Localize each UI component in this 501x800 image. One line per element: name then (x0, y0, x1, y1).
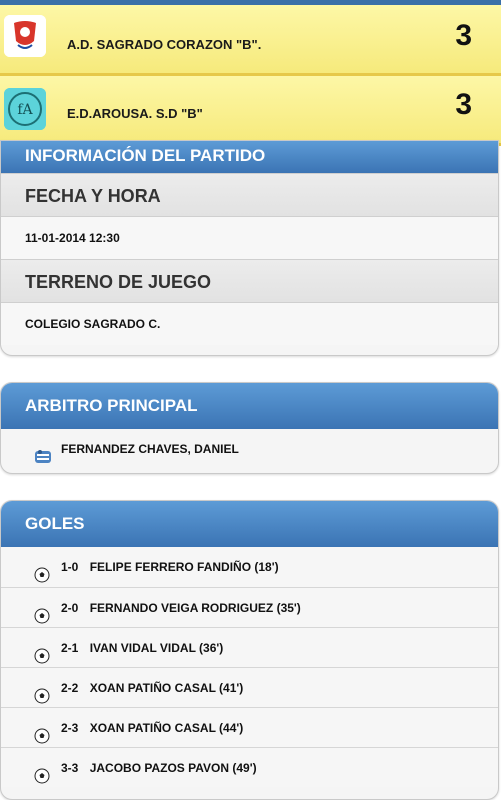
referee-row[interactable]: FERNANDEZ CHAVES, DANIEL (1, 429, 498, 471)
away-team-row[interactable]: fA E.D.AROUSA. S.D "B" 3 (0, 76, 501, 146)
soccer-ball-icon (34, 760, 50, 784)
goal-score: 2-2 (61, 681, 79, 695)
goal-score: 2-0 (61, 601, 79, 615)
goal-player: FELIPE FERRERO FANDIÑO (18') (89, 560, 279, 574)
goal-score: 3-3 (61, 761, 79, 775)
goal-player: FERNANDO VEIGA RODRIGUEZ (35') (89, 601, 301, 615)
soccer-ball-icon (34, 640, 50, 664)
away-team-crest: fA (4, 88, 46, 130)
soccer-ball-icon (34, 600, 50, 624)
goal-list-item[interactable]: 3-3 JACOBO PAZOS PAVON (49') (1, 747, 498, 787)
goal-player: JACOBO PAZOS PAVON (49') (89, 761, 257, 775)
home-team-crest (4, 15, 46, 57)
goal-score: 2-3 (61, 721, 79, 735)
referee-icon (34, 441, 52, 463)
goal-player: IVAN VIDAL VIDAL (36') (89, 641, 224, 655)
goal-player: XOAN PATIÑO CASAL (41') (89, 681, 244, 695)
home-team-name: A.D. SAGRADO CORAZON "B". (67, 37, 262, 52)
match-info-title: INFORMACIÓN DEL PARTIDO (1, 141, 498, 173)
goals-list: 1-0 FELIPE FERRERO FANDIÑO (18') 2-0 FER… (1, 547, 498, 787)
away-team-score: 3 (455, 88, 472, 121)
goals-card: GOLES 1-0 FELIPE FERRERO FANDIÑO (18') 2… (0, 500, 499, 800)
goal-list-item[interactable]: 2-1 IVAN VIDAL VIDAL (36') (1, 627, 498, 667)
match-info-card: INFORMACIÓN DEL PARTIDO FECHA Y HORA 11-… (0, 140, 499, 356)
goal-score: 1-0 (61, 560, 79, 574)
date-time-label: FECHA Y HORA (1, 173, 498, 217)
home-team-row[interactable]: A.D. SAGRADO CORAZON "B". 3 (0, 5, 501, 76)
goal-list-item[interactable]: 1-0 FELIPE FERRERO FANDIÑO (18') (1, 547, 498, 587)
goal-score: 2-1 (61, 641, 79, 655)
field-label: TERRENO DE JUEGO (1, 259, 498, 303)
goal-list-item[interactable]: 2-2 XOAN PATIÑO CASAL (41') (1, 667, 498, 707)
referee-card: ARBITRO PRINCIPAL FERNANDEZ CHAVES, DANI… (0, 382, 499, 474)
away-team-name: E.D.AROUSA. S.D "B" (67, 106, 203, 121)
soccer-ball-icon (34, 680, 50, 704)
goal-list-item[interactable]: 2-0 FERNANDO VEIGA RODRIGUEZ (35') (1, 587, 498, 627)
date-time-value: 11-01-2014 12:30 (1, 217, 498, 259)
goals-title: GOLES (1, 501, 498, 547)
referee-name: FERNANDEZ CHAVES, DANIEL (61, 442, 239, 456)
referee-title: ARBITRO PRINCIPAL (1, 383, 498, 429)
field-value: COLEGIO SAGRADO C. (1, 303, 498, 345)
soccer-ball-icon (34, 720, 50, 744)
home-team-score: 3 (455, 19, 472, 52)
soccer-ball-icon (34, 559, 50, 583)
goal-player: XOAN PATIÑO CASAL (44') (89, 721, 244, 735)
svg-text:fA: fA (17, 102, 33, 118)
goal-list-item[interactable]: 2-3 XOAN PATIÑO CASAL (44') (1, 707, 498, 747)
